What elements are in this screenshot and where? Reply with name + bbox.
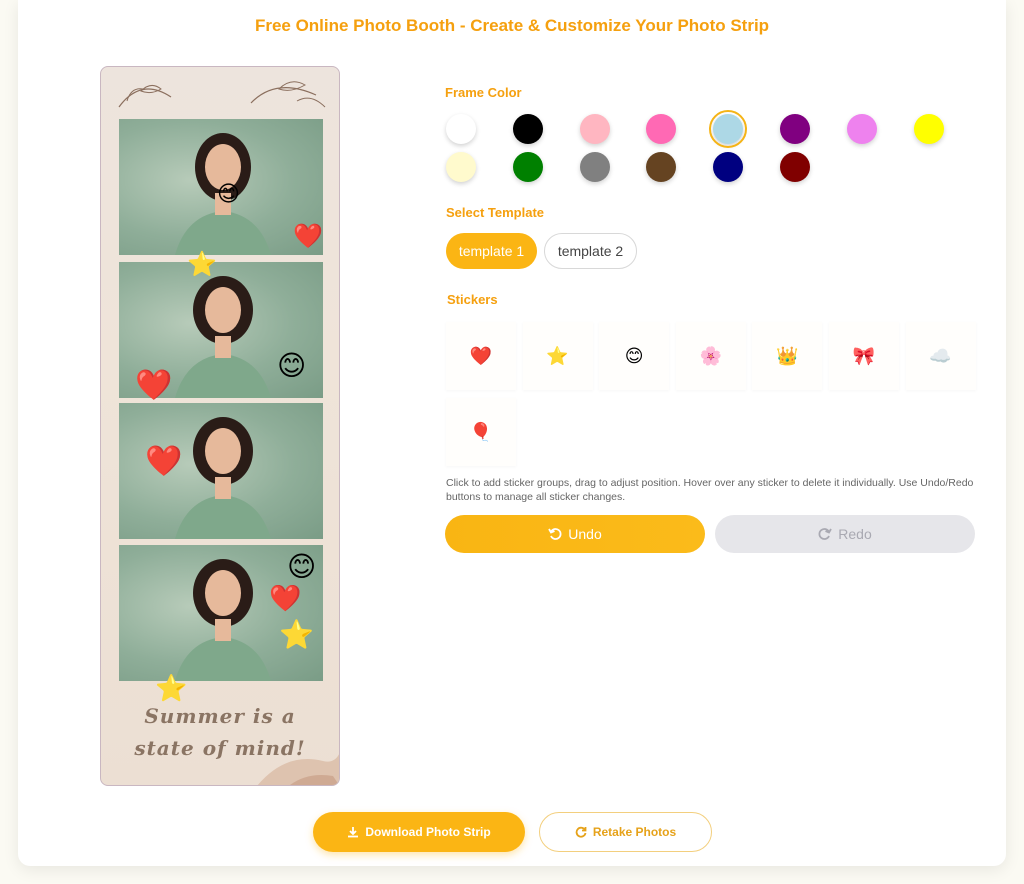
page-title: Free Online Photo Booth - Create & Custo… — [254, 16, 770, 35]
select-template-label: Select Template — [446, 205, 545, 220]
frame-color-swatch[interactable] — [446, 114, 476, 144]
star-sticker-icon[interactable]: ⭐ — [187, 253, 217, 277]
download-label: Download Photo Strip — [365, 825, 491, 839]
smile-sticker-icon[interactable]: 😊 — [217, 183, 240, 205]
heart-sticker-icon[interactable]: ❤️ — [135, 371, 172, 401]
heart-icon: ❤️ — [469, 345, 493, 366]
sticker-option-heart[interactable]: ❤️ — [446, 322, 516, 390]
frame-color-swatch[interactable] — [713, 152, 744, 182]
sticker-option-star[interactable]: ⭐ — [522, 322, 593, 390]
bow-icon: 🎀 — [852, 345, 876, 366]
frame-color-swatch[interactable] — [446, 152, 476, 182]
person-silhouette-icon — [175, 559, 271, 681]
redo-label: Redo — [838, 526, 872, 542]
frame-color-swatch[interactable] — [913, 114, 944, 144]
flower-icon: 🌸 — [699, 345, 722, 366]
crown-icon: 👑 — [776, 345, 799, 366]
sticker-option-cloud[interactable]: ☁️ — [905, 322, 976, 390]
frame-color-swatch[interactable] — [846, 114, 877, 144]
download-photo-strip-button[interactable]: Download Photo Strip — [313, 812, 525, 852]
frame-color-swatch[interactable] — [709, 110, 748, 148]
stickers-label: Stickers — [447, 292, 498, 307]
frame-color-label: Frame Color — [445, 85, 522, 100]
retake-label: Retake Photos — [592, 825, 677, 839]
star-sticker-icon[interactable]: ⭐ — [155, 675, 187, 701]
refresh-icon — [575, 826, 587, 838]
swirl-decoration-icon — [257, 754, 339, 785]
photo-strip-preview: 😊 ❤️ 😊 ⭐ ❤️ ❤️ 😊 ❤️ ⭐ ⭐ Summer is a stat… — [100, 66, 340, 786]
retake-photos-button[interactable]: Retake Photos — [539, 812, 712, 852]
sticker-option-smile[interactable]: 😊 — [599, 322, 670, 390]
cloud-icon: ☁️ — [929, 345, 952, 366]
frame-color-swatch[interactable] — [646, 114, 677, 144]
undo-button[interactable]: Undo — [445, 515, 705, 553]
heart-sticker-icon[interactable]: ❤️ — [293, 225, 323, 249]
frame-color-swatch[interactable] — [512, 152, 543, 182]
frame-color-swatch[interactable] — [646, 152, 677, 182]
sticker-option-crown[interactable]: 👑 — [752, 322, 823, 390]
redo-button[interactable]: Redo — [715, 515, 975, 553]
strip-photo-3: ❤️ — [119, 403, 323, 539]
person-silhouette-icon — [175, 276, 271, 398]
strip-photo-4: 😊 ❤️ ⭐ — [119, 545, 323, 681]
sticker-option-flower[interactable]: 🌸 — [675, 322, 746, 390]
sticker-help-text: Click to add sticker groups, drag to adj… — [446, 477, 974, 503]
undo-icon — [548, 528, 562, 540]
frame-color-swatch[interactable] — [579, 114, 610, 144]
smile-icon: 😊 — [624, 345, 644, 366]
smile-sticker-icon[interactable]: 😊 — [287, 553, 316, 581]
heart-sticker-icon[interactable]: ❤️ — [269, 585, 301, 611]
star-icon: ⭐ — [546, 345, 569, 366]
main-card: Free Online Photo Booth - Create & Custo… — [18, 0, 1006, 866]
frame-color-swatch[interactable] — [579, 152, 610, 182]
download-icon — [348, 827, 359, 838]
frame-color-swatch[interactable] — [780, 152, 810, 182]
smile-sticker-icon[interactable]: 😊 — [277, 352, 306, 380]
frame-color-swatch[interactable] — [512, 114, 543, 144]
frame-color-swatch[interactable] — [780, 114, 810, 144]
sticker-option-balloon[interactable]: 🎈 — [446, 398, 516, 466]
template-1-button[interactable]: template 1 — [446, 233, 537, 269]
template-2-button[interactable]: template 2 — [544, 233, 637, 269]
undo-label: Undo — [568, 526, 602, 542]
balloon-icon: 🎈 — [469, 421, 493, 442]
heart-sticker-icon[interactable]: ❤️ — [145, 447, 182, 477]
redo-icon — [818, 528, 833, 540]
star-sticker-icon[interactable]: ⭐ — [279, 621, 314, 649]
leaf-decoration-icon — [118, 81, 326, 108]
sticker-option-bow[interactable]: 🎀 — [829, 322, 899, 390]
